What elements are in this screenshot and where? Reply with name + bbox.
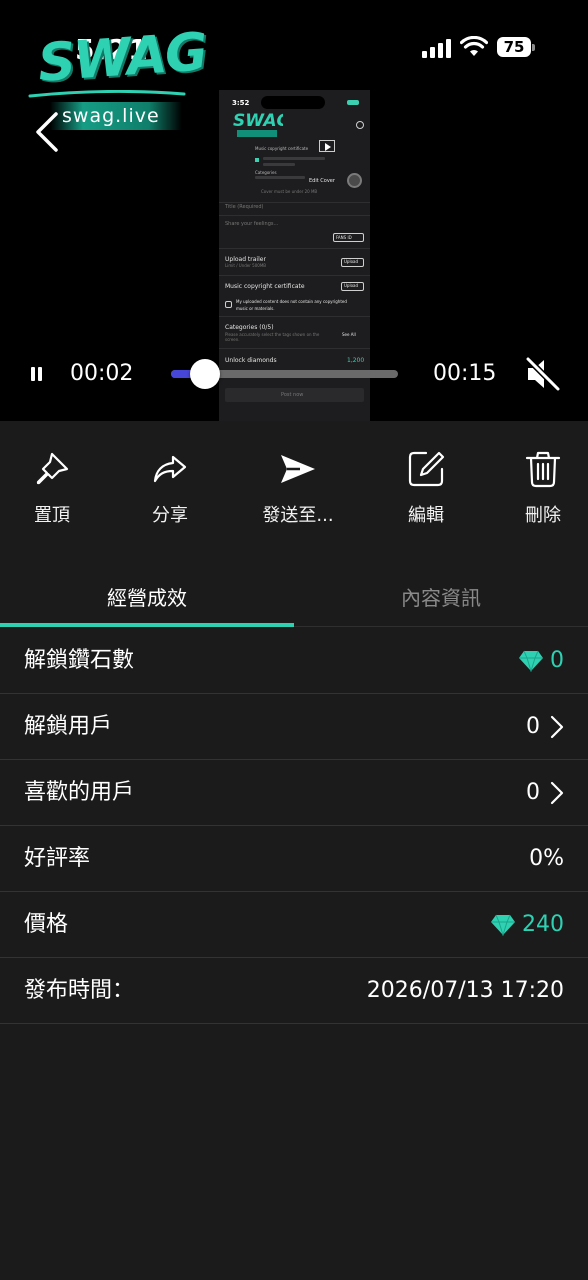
stat-row-published: 發布時間： 2026/07/13 17:20 <box>0 958 588 1024</box>
pin-icon <box>36 452 69 485</box>
stats-list: 解鎖鑽石數 0 解鎖用戶 0 喜歡的用戶 0 好評率 0% 價格 240 發布時… <box>0 628 588 1024</box>
stat-label: 解鎖鑽石數 <box>24 648 135 673</box>
video-player[interactable]: 3:52 SWAG Music copyright certificate Ca… <box>0 0 588 421</box>
preview-edit-cover: Edit Cover <box>309 178 335 184</box>
delete-button[interactable]: 刪除 <box>488 449 588 539</box>
stat-value: 240 <box>490 892 564 958</box>
tab-performance[interactable]: 經營成效 <box>0 569 294 627</box>
preview-fans-id-label: FANS ID <box>336 235 352 240</box>
svg-text:SWAG: SWAG <box>233 111 283 131</box>
pin-button[interactable]: 置頂 <box>0 449 107 539</box>
preview-categories-count: Categories (0/5) <box>225 324 274 331</box>
current-time: 00:02 <box>70 361 134 386</box>
stat-value: 0 <box>526 760 564 826</box>
trash-icon <box>525 451 561 488</box>
stat-row-price: 價格 240 <box>0 892 588 958</box>
preview-checkbox <box>225 301 232 308</box>
tab-indicator <box>0 623 294 627</box>
preview-play-thumb-icon <box>319 140 335 152</box>
preview-categories-label: Categories <box>255 170 277 175</box>
stat-label: 解鎖用戶 <box>24 714 113 739</box>
share-label: 分享 <box>152 505 188 526</box>
preview-music-cert: Music copyright certificate <box>225 283 305 290</box>
stat-value: 0 <box>518 628 564 694</box>
preview-time: 3:52 <box>232 99 250 107</box>
logo-wordmark: SWAG <box>36 22 208 94</box>
stat-row-unlock-diamonds: 解鎖鑽石數 0 <box>0 628 588 694</box>
edit-button[interactable]: 編輯 <box>371 449 481 539</box>
preview-check-icon <box>255 158 259 162</box>
preview-feelings-field: Share your feelings... <box>225 221 279 227</box>
pin-label: 置頂 <box>34 505 70 526</box>
stat-label: 價格 <box>24 912 69 937</box>
preview-title-field: Title (Required) <box>225 204 264 210</box>
preview-upload-label: Upload <box>344 259 359 264</box>
price-value: 240 <box>522 912 564 937</box>
liked-users-value: 0 <box>526 780 540 805</box>
stat-row-liked-users[interactable]: 喜歡的用戶 0 <box>0 760 588 826</box>
send-to-label: 發送至... <box>262 505 334 526</box>
preview-categories-hint: Please accurately select the tags shown … <box>225 332 320 342</box>
stat-label: 好評率 <box>24 846 91 871</box>
preview-see-all: See All <box>342 332 356 337</box>
stat-label: 發布時間： <box>24 978 135 1003</box>
preview-unlock-diamonds: Unlock diamonds <box>225 357 277 364</box>
mute-button[interactable] <box>522 355 562 393</box>
action-bar: 置頂 分享 發送至... 編輯 刪除 <box>0 421 588 561</box>
delete-label: 刪除 <box>525 505 561 526</box>
stat-row-rating: 好評率 0% <box>0 826 588 892</box>
wifi-icon <box>460 36 488 56</box>
diamond-icon <box>491 914 515 936</box>
tab-bar: 經營成效 內容資訊 <box>0 569 588 627</box>
preview-avatar <box>347 173 362 188</box>
preview-swag-logo: SWAG <box>233 111 283 137</box>
published-value: 2026/07/13 17:20 <box>366 978 564 1003</box>
preview-upload-trailer: Upload trailer <box>225 256 266 263</box>
share-button[interactable]: 分享 <box>115 449 225 539</box>
diamond-icon <box>519 650 543 672</box>
send-to-button[interactable]: 發送至... <box>243 449 353 539</box>
stat-row-unlock-users[interactable]: 解鎖用戶 0 <box>0 694 588 760</box>
stat-label: 喜歡的用戶 <box>24 780 135 805</box>
pause-button[interactable] <box>24 360 48 388</box>
preview-unlock-value: 1,200 <box>347 357 365 364</box>
cellular-signal-icon <box>422 38 452 58</box>
total-time: 00:15 <box>433 361 497 386</box>
seek-bar[interactable] <box>171 359 398 389</box>
preview-declaration: My uploaded content does not contain any… <box>236 299 347 311</box>
preview-cover-hint: Cover must be under 20 MB <box>261 189 318 194</box>
edit-icon <box>408 451 445 487</box>
chevron-right-icon <box>550 781 564 805</box>
edit-label: 編輯 <box>408 505 444 526</box>
stat-value: 0 <box>526 694 564 760</box>
unlock-users-value: 0 <box>526 714 540 739</box>
rating-value: 0% <box>529 846 564 871</box>
seek-bar-knob[interactable] <box>190 359 221 389</box>
preview-upload-label-2: Upload <box>344 283 359 288</box>
preview-battery-icon <box>347 100 359 105</box>
preview-post-label: Post now <box>281 392 304 398</box>
preview-music-label: Music copyright certificate <box>255 146 309 151</box>
tab-content-info[interactable]: 內容資訊 <box>294 569 588 627</box>
back-button[interactable] <box>32 108 68 156</box>
preview-status-bar: 3:52 <box>219 90 370 110</box>
logo-url: swag.live <box>62 105 160 127</box>
share-icon <box>153 455 187 483</box>
battery-icon: 75 <box>497 37 535 57</box>
preview-info-icon <box>356 121 364 129</box>
preview-trailer-hint: Limit / Under 500MB <box>225 263 267 268</box>
send-icon <box>281 455 315 483</box>
chevron-right-icon <box>550 715 564 739</box>
battery-percent: 75 <box>503 38 525 56</box>
unlock-diamonds-value: 0 <box>550 648 564 673</box>
logo-swoosh <box>28 90 186 98</box>
